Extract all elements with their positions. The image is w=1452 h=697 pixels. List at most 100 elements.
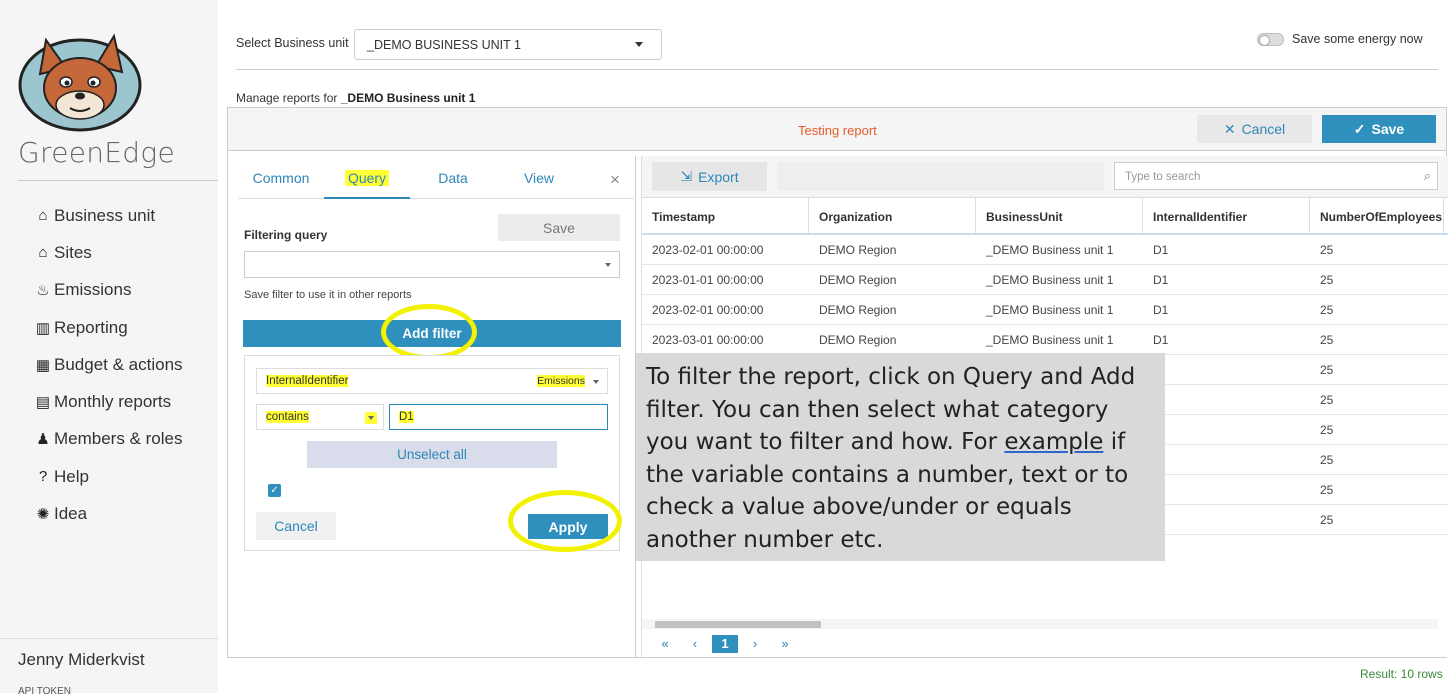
table-cell: 25 [1320,333,1334,347]
tab-view[interactable]: View [496,158,582,199]
fox-logo[interactable] [18,30,142,132]
table-cell: DEMO Region [819,303,897,317]
next-page-button[interactable]: › [740,636,770,651]
column-header[interactable]: BusinessUnit [976,198,1143,233]
help-icon: ? [38,468,48,486]
calculator-icon: ▦ [35,356,51,374]
saved-filter-select[interactable] [244,251,620,278]
table-cell: 2023-03-01 00:00:00 [652,333,764,347]
search-placeholder: Type to search [1125,171,1201,183]
close-icon: ✕ [1223,120,1236,137]
sidebar-item-idea[interactable]: ✺ Idea [32,495,183,532]
sidebar: GreenEdge ⌂ Business unit ⌂ Sites ♨ Emissio… [0,0,218,697]
prev-page-button[interactable]: ‹ [680,636,710,651]
grid-toolbar: ⇲ Export Type to search ⌕ [642,156,1448,198]
first-page-button[interactable]: « [650,636,680,651]
filter-field-select[interactable]: InternalIdentifier Emissions [256,368,608,394]
tab-label: Data [438,170,468,186]
export-label: Export [698,168,739,185]
cancel-button[interactable]: ✕ Cancel [1197,115,1312,143]
api-token-link[interactable]: API TOKEN [18,686,71,697]
filter-value-text: D1 [399,411,414,423]
table-cell: _DEMO Business unit 1 [986,333,1114,347]
table-cell: 25 [1320,303,1334,317]
query-tabs: Common Query Data View [238,158,634,199]
table-row[interactable]: 2023-02-01 00:00:00 DEMO Region _DEMO Busi… [642,235,1448,265]
table-cell: DEMO Region [819,243,897,257]
table-cell [1143,355,1310,384]
sidebar-item-emissions[interactable]: ♨ Emissions [32,272,183,309]
table-cell: _DEMO Business unit 1 [986,273,1114,287]
highlight-marker [381,304,477,360]
tab-label: View [523,170,555,186]
table-row[interactable]: 2023-02-01 00:00:00 DEMO Region _DEMO Busi… [642,295,1448,325]
caret-down-icon [365,412,377,424]
sidebar-item-label: Idea [54,504,88,524]
search-input[interactable]: Type to search ⌕ [1114,162,1438,190]
table-cell: D1 [1153,273,1169,287]
filter-checkbox[interactable]: ✓ [268,484,281,497]
report-title: Testing report [798,123,877,138]
result-count: Result: 10 rows [1360,667,1443,681]
users-icon: ♟ [36,431,50,449]
table-cell: _DEMO Business unit 1 [986,243,1114,257]
table-cell [1143,505,1310,534]
caret-down-icon [605,263,611,267]
save-filter-button[interactable]: Save [498,214,620,241]
tab-common[interactable]: Common [238,158,324,199]
tab-query[interactable]: Query [324,158,410,199]
current-page[interactable]: 1 [712,634,738,653]
last-page-button[interactable]: » [770,636,800,651]
table-row[interactable]: 2023-03-01 00:00:00 DEMO Region _DEMO Busi… [642,325,1448,355]
save-button[interactable]: ✓ Save [1322,115,1436,143]
column-header[interactable]: Timestamp [642,198,809,233]
column-header[interactable]: Organization [809,198,976,233]
scrollbar-thumb[interactable] [655,621,821,628]
filter-value-input[interactable]: D1 [389,404,608,430]
table-cell [1143,475,1310,504]
divider [0,638,218,639]
report-header: Testing report ✕ Cancel ✓ Save [228,108,1446,151]
export-button[interactable]: ⇲ Export [652,162,767,191]
instruction-callout: To filter the report, click on Query and… [636,353,1165,561]
sidebar-item-reporting[interactable]: ▥ Reporting [32,309,183,346]
table-cell: 25 [1320,423,1334,437]
table-cell: D1 [1153,243,1169,257]
energy-toggle[interactable] [1257,32,1284,46]
sidebar-item-budget[interactable]: ▦ Budget & actions [32,346,183,383]
horizontal-scrollbar[interactable] [642,619,1438,629]
business-unit-select[interactable]: _DEMO BUSINESS UNIT 1 [354,29,662,60]
table-cell: 2023-02-01 00:00:00 [652,243,764,257]
tab-data[interactable]: Data [410,158,496,199]
home-icon: ⌂ [38,207,48,225]
user-name[interactable]: Jenny Miderkvist [18,650,145,670]
table-cell: DEMO Region [819,333,897,347]
table-cell: 25 [1320,393,1334,407]
energy-toggle-label: Save some energy now [1292,32,1423,46]
sidebar-item-sites[interactable]: ⌂ Sites [32,234,183,271]
manage-reports-caption: Manage reports for _DEMO Business unit 1 [236,91,475,105]
energy-toggle-row: Save some energy now [1257,32,1423,46]
table-cell: 2023-01-01 00:00:00 [652,273,764,287]
lightbulb-icon: ✺ [36,506,50,524]
unselect-all-button[interactable]: Unselect all [307,441,557,468]
table-cell: 25 [1320,243,1334,257]
query-panel: Common Query Data View × Filtering query… [228,156,636,657]
sidebar-item-members[interactable]: ♟ Members & roles [32,421,183,458]
house-icon: ⌂ [38,244,48,262]
filter-operator-select[interactable]: contains [256,404,384,430]
tab-label: Query [344,170,390,186]
table-row[interactable]: 2023-01-01 00:00:00 DEMO Region _DEMO Busi… [642,265,1448,295]
toolbar-spacer [777,162,1104,191]
sidebar-item-monthly-reports[interactable]: ▤ Monthly reports [32,383,183,420]
filter-cancel-button[interactable]: Cancel [256,512,336,540]
sidebar-item-label: Reporting [54,317,128,337]
sidebar-item-help[interactable]: ? Help [32,458,183,495]
calendar-clock-icon: ▤ [35,394,51,412]
sidebar-item-business-unit[interactable]: ⌂ Business unit [32,197,183,234]
column-header[interactable]: NumberOfEmployees [1310,198,1444,233]
column-header[interactable]: InternalIdentifier [1143,198,1310,233]
manage-prefix: Manage reports for [236,91,338,105]
close-panel-icon[interactable]: × [610,170,620,190]
sidebar-item-label: Emissions [54,280,132,300]
